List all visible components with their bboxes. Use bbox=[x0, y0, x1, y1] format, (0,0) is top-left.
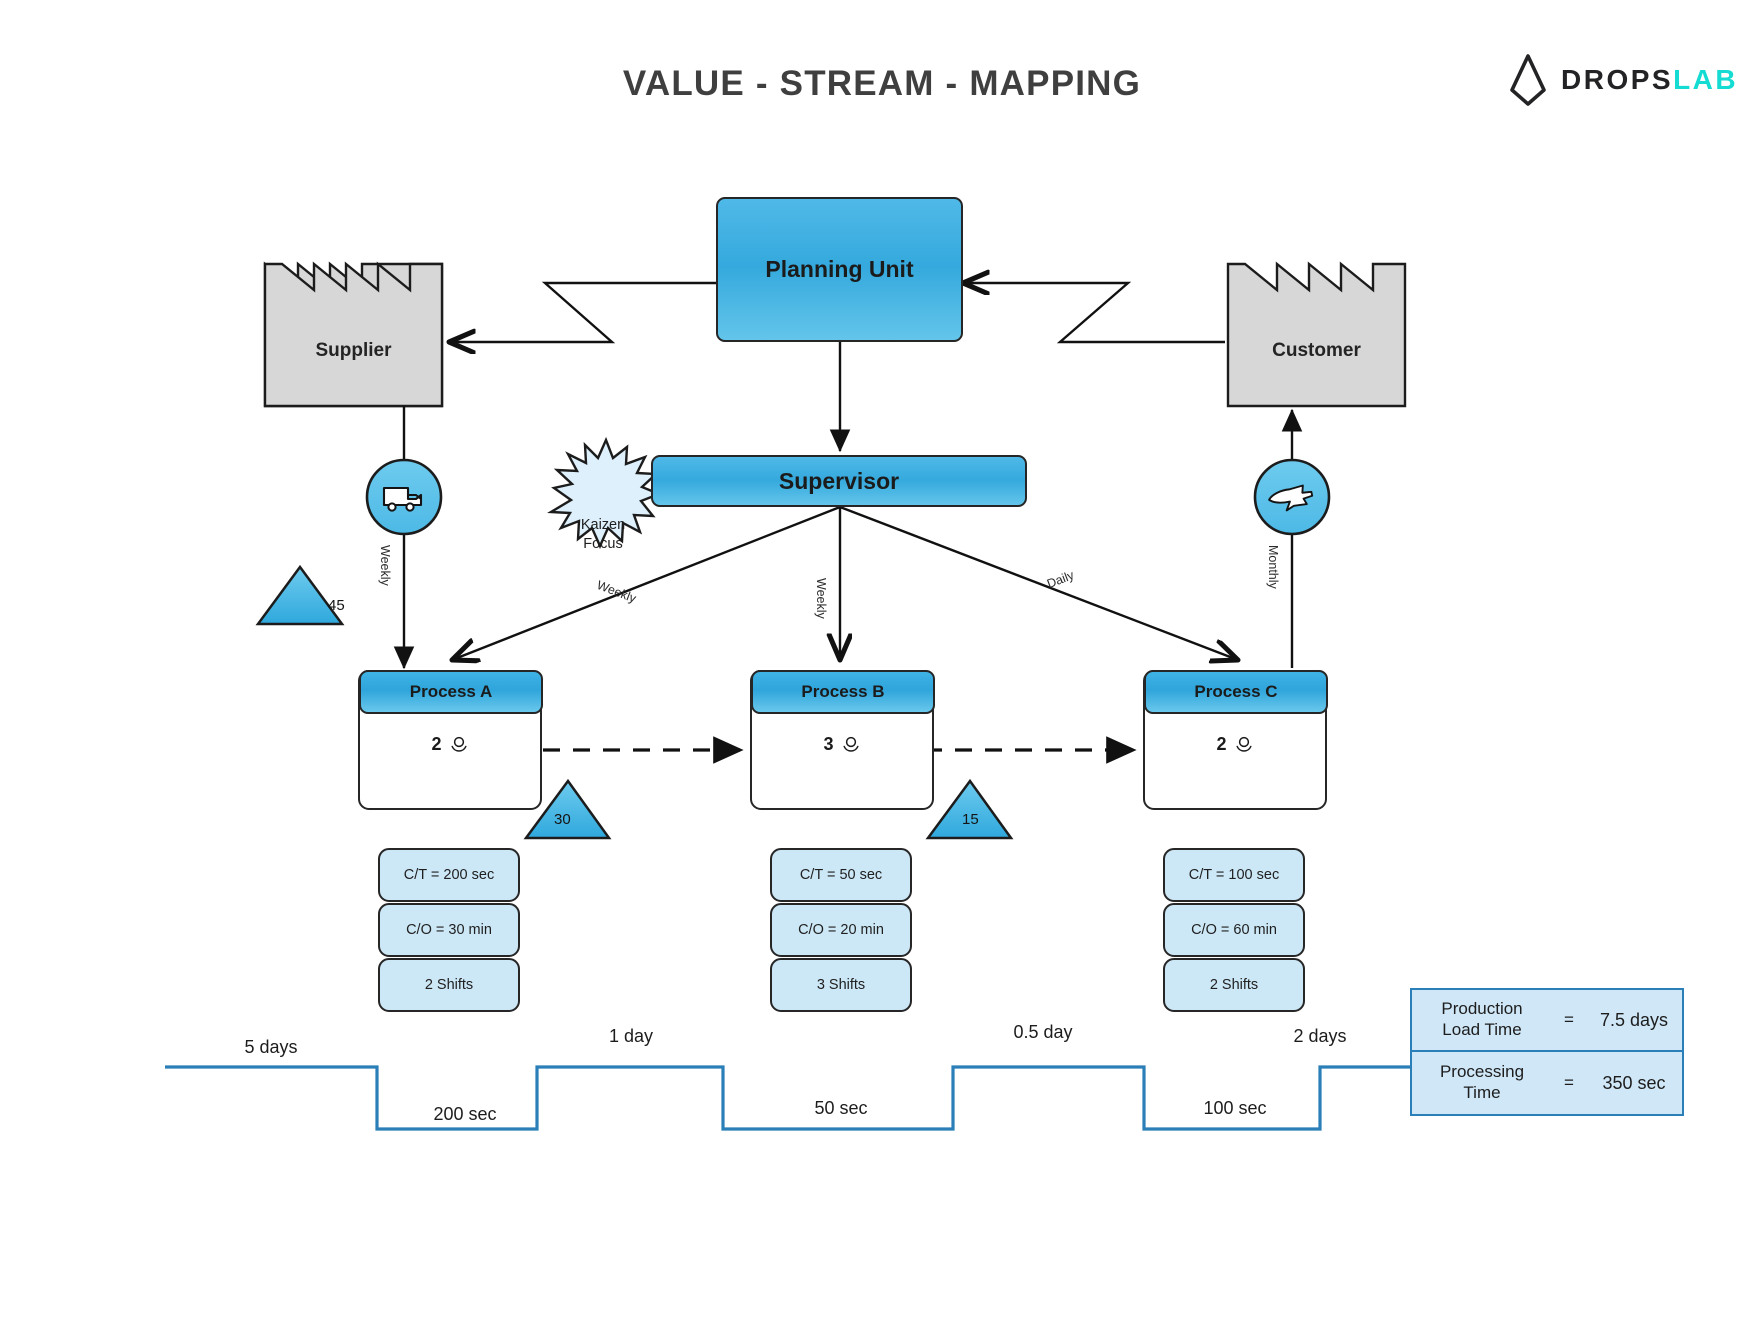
process-b-operators: 3 bbox=[752, 734, 932, 755]
process-box-b[interactable]: Process B 3 bbox=[750, 670, 935, 810]
process-time-label-3: 100 sec bbox=[1203, 1098, 1267, 1118]
plane-frequency-label: Monthly bbox=[1266, 545, 1280, 589]
process-c-operators: 2 bbox=[1145, 734, 1325, 755]
summary-value-processing-time: 350 sec bbox=[1602, 1072, 1666, 1093]
process-c-data-ct: C/T = 100 sec bbox=[1163, 848, 1305, 902]
logo-text-primary: DROPS bbox=[1561, 64, 1674, 95]
process-b-title: Process B bbox=[801, 682, 885, 701]
process-box-c[interactable]: Process C 2 bbox=[1143, 670, 1328, 810]
process-a-data-shifts: 2 Shifts bbox=[378, 958, 520, 1012]
info-flow-planning-to-supplier bbox=[449, 281, 716, 342]
process-c-data-co: C/O = 60 min bbox=[1163, 903, 1305, 957]
inventory-triangle-1 bbox=[255, 564, 345, 626]
arrow-supervisor-to-processC bbox=[839, 505, 1238, 660]
lead-time-label-2: 1 day bbox=[608, 1026, 654, 1046]
operator-icon bbox=[450, 736, 467, 752]
process-b-data-shifts: 3 Shifts bbox=[770, 958, 912, 1012]
summary-label-line-2: Load Time bbox=[1442, 1020, 1522, 1039]
summary-row-processing-time: Processing Time = 350 sec bbox=[1412, 1052, 1682, 1114]
customer-label: Customer bbox=[1272, 340, 1361, 361]
logo-text: DROPSLAB bbox=[1561, 64, 1738, 96]
summary-equals-1: = bbox=[1564, 1010, 1574, 1029]
process-a-data-ct: C/T = 200 sec bbox=[378, 848, 520, 902]
process-c-operator-count: 2 bbox=[1216, 734, 1227, 754]
lead-time-label-3: 0.5 day bbox=[1013, 1022, 1073, 1042]
process-a-operators: 2 bbox=[360, 734, 540, 755]
droplet-icon bbox=[1510, 54, 1546, 106]
inventory-value-1: 45 bbox=[328, 597, 345, 614]
process-time-label-1: 200 sec bbox=[433, 1104, 497, 1124]
process-a-title: Process A bbox=[409, 682, 493, 701]
customer-factory-shape bbox=[1226, 261, 1407, 408]
process-c-title: Process C bbox=[1194, 682, 1278, 701]
process-a-operator-count: 2 bbox=[431, 734, 442, 754]
process-b-data-ct: C/T = 50 sec bbox=[770, 848, 912, 902]
summary-label-line-4: Time bbox=[1463, 1083, 1501, 1102]
supervisor-label: Supervisor bbox=[778, 467, 900, 494]
logo-text-accent: LAB bbox=[1673, 64, 1739, 95]
supplier-label: Supplier bbox=[315, 340, 392, 361]
process-b-header: Process B bbox=[751, 670, 935, 714]
process-box-a[interactable]: Process A 2 bbox=[358, 670, 543, 810]
kaizen-line-1: Kaizen bbox=[580, 517, 626, 533]
lead-time-label-1: 5 days bbox=[244, 1037, 298, 1057]
process-b-operator-count: 3 bbox=[823, 734, 834, 754]
supplier-factory-shape bbox=[263, 261, 444, 408]
summary-row-production-load-time: Production Load Time = 7.5 days bbox=[1412, 990, 1682, 1052]
process-a-data-co: C/O = 30 min bbox=[378, 903, 520, 957]
supervisor-box[interactable]: Supervisor bbox=[651, 455, 1027, 507]
planning-unit-box[interactable]: Planning Unit bbox=[716, 197, 963, 342]
inventory-value-3: 15 bbox=[962, 811, 979, 828]
summary-label-line-1: Production bbox=[1441, 999, 1523, 1019]
process-b-data-co: C/O = 20 min bbox=[770, 903, 912, 957]
planning-unit-label: Planning Unit bbox=[765, 256, 914, 282]
brand-logo: DROPSLAB bbox=[1508, 52, 1738, 108]
process-a-header: Process A bbox=[359, 670, 543, 714]
operator-icon bbox=[1235, 736, 1252, 752]
kaizen-line-2: Focus bbox=[583, 535, 623, 552]
summary-label-processing-time: Processing Time bbox=[1412, 1062, 1552, 1103]
schedule-label-processB: Weekly bbox=[814, 578, 828, 619]
summary-label-line-3: Processing bbox=[1439, 1062, 1525, 1082]
process-c-header: Process C bbox=[1144, 670, 1328, 714]
summary-label-production-load-time: Production Load Time bbox=[1412, 999, 1552, 1040]
inventory-triangle-3 bbox=[925, 778, 1014, 840]
page-title: VALUE - STREAM - MAPPING bbox=[622, 64, 1142, 103]
summary-box: Production Load Time = 7.5 days Processi… bbox=[1410, 988, 1684, 1116]
summary-equals-2: = bbox=[1564, 1073, 1574, 1092]
lead-time-label-4: 2 days bbox=[1293, 1026, 1347, 1046]
kaizen-focus-label: Kaizen Focus bbox=[543, 516, 663, 553]
process-time-label-2: 50 sec bbox=[814, 1098, 868, 1118]
summary-value-production-load-time: 7.5 days bbox=[1599, 1009, 1669, 1030]
inventory-value-2: 30 bbox=[554, 811, 571, 828]
process-c-data-shifts: 2 Shifts bbox=[1163, 958, 1305, 1012]
info-flow-customer-to-planning bbox=[963, 283, 1225, 344]
truck-frequency-label: Weekly bbox=[378, 545, 392, 586]
operator-icon bbox=[842, 736, 859, 752]
